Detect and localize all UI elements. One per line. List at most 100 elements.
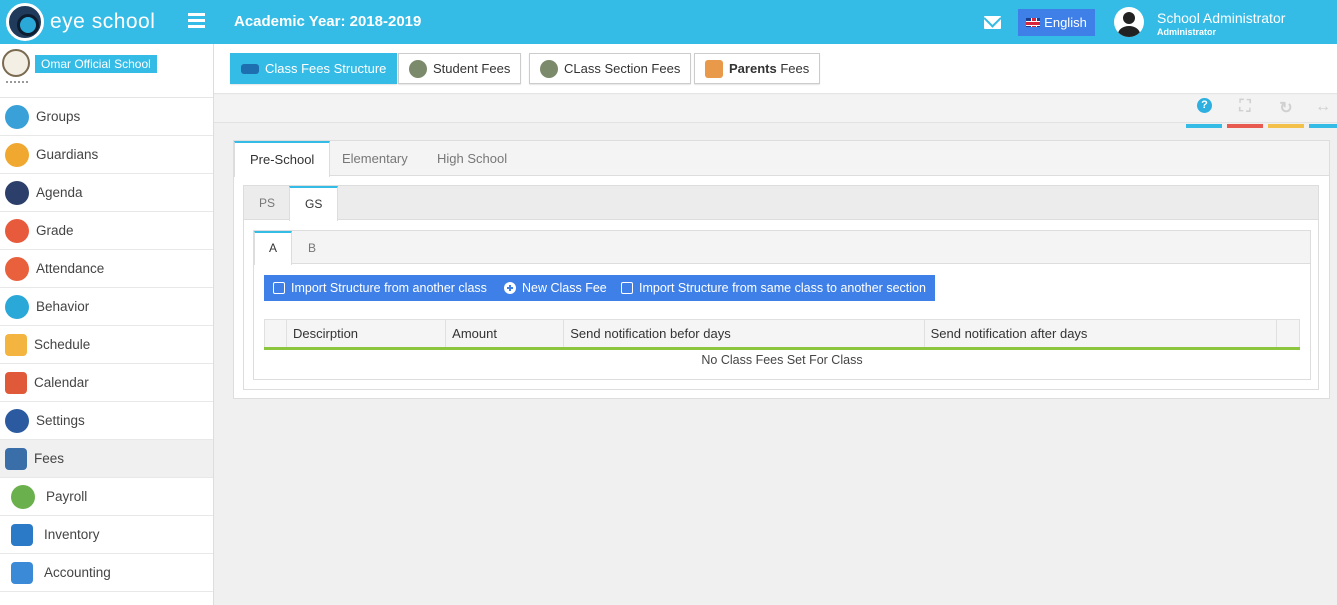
tab-section-b[interactable]: B	[294, 231, 330, 265]
academic-year: Academic Year: 2018-2019	[234, 13, 422, 30]
parents-icon	[705, 59, 723, 78]
sidebar-item-attendance[interactable]: Attendance	[0, 250, 213, 288]
fullscreen-icon: ⛶	[1239, 98, 1251, 115]
tab-elementary[interactable]: Elementary	[327, 141, 423, 177]
student-icon	[409, 59, 427, 78]
sidebar-item-accounting[interactable]: Accounting	[0, 554, 213, 592]
user-name[interactable]: School Administrator	[1157, 10, 1285, 26]
menu-toggle-icon[interactable]	[188, 13, 205, 28]
sidebar-item-settings[interactable]: Settings	[0, 402, 213, 440]
language-button[interactable]: English	[1018, 9, 1095, 36]
class-fees-structure-button[interactable]: Class Fees Structure	[230, 53, 398, 84]
import-same-class-button[interactable]: Import Structure from same class to anot…	[612, 275, 935, 301]
section-tabs: A B	[254, 231, 1310, 265]
refresh-control[interactable]: ↻	[1268, 95, 1304, 128]
brand-name: eye school	[50, 10, 156, 33]
tab-gs[interactable]: GS	[289, 186, 339, 221]
button-label: Fees	[776, 61, 810, 76]
sidebar-item-payroll[interactable]: Payroll	[0, 478, 213, 516]
tab-section-a[interactable]: A	[254, 231, 293, 265]
button-label: Import Structure from another class	[291, 281, 487, 295]
sidebar-item-guardians[interactable]: Guardians	[0, 136, 213, 174]
actions-column-header	[1275, 319, 1301, 350]
table-row: No Class Fees Set For Class	[265, 349, 1300, 371]
sidebar-item-schedule[interactable]: Schedule	[0, 326, 213, 364]
language-label: English	[1044, 15, 1087, 30]
control-bar	[1227, 124, 1263, 128]
grade-icon	[5, 218, 29, 243]
uk-flag-icon	[1026, 18, 1041, 27]
groups-icon	[5, 104, 29, 129]
school-header: Omar Official School	[0, 44, 213, 98]
settings-icon	[5, 408, 29, 433]
column-header-description[interactable]: Descirption	[286, 319, 447, 350]
sidebar-item-groups[interactable]: Groups	[0, 98, 213, 136]
sidebar-item-label: Accounting	[44, 565, 111, 580]
student-fees-button[interactable]: Student Fees	[398, 53, 522, 84]
behavior-icon	[5, 294, 29, 319]
accounting-icon	[11, 561, 33, 584]
schedule-icon	[5, 333, 27, 356]
sidebar-item-label: Groups	[36, 109, 81, 124]
grade-tabs: PS GS	[244, 186, 1318, 221]
copy-icon	[273, 282, 285, 294]
button-label: Class Fees Structure	[265, 61, 387, 76]
sidebar-item-fees[interactable]: Fees	[0, 440, 213, 478]
sidebar-item-behavior[interactable]: Behavior	[0, 288, 213, 326]
copy-icon	[621, 282, 633, 294]
sidebar-item-label: Calendar	[34, 375, 89, 390]
column-header-notify-after[interactable]: Send notification after days	[923, 319, 1277, 350]
plus-circle-icon	[504, 282, 516, 294]
sidebar-item-grade[interactable]: Grade	[0, 212, 213, 250]
sidebar-item-label: Payroll	[46, 489, 88, 504]
new-class-fee-button[interactable]: New Class Fee	[495, 275, 616, 301]
sidebar: Omar Official School Groups Guardians Ag…	[0, 44, 214, 605]
tab-ps[interactable]: PS	[244, 186, 290, 221]
import-from-another-class-button[interactable]: Import Structure from another class	[264, 275, 496, 301]
payroll-icon	[11, 484, 35, 509]
expand-horizontal-icon: ↔	[1315, 98, 1331, 115]
school-logo-icon	[2, 49, 30, 77]
sidebar-item-label: Grade	[36, 223, 74, 238]
column-header-amount[interactable]: Amount	[445, 319, 565, 350]
user-avatar[interactable]	[1114, 7, 1144, 37]
fees-toolbar: Class Fees Structure Student Fees CLass …	[214, 44, 1337, 94]
empty-table-message: No Class Fees Set For Class	[701, 353, 863, 368]
column-header-notify-before[interactable]: Send notification befor days	[563, 319, 925, 350]
eye-school-logo-icon	[6, 3, 44, 41]
sidebar-item-agenda[interactable]: Agenda	[0, 174, 213, 212]
top-bar: eye school Academic Year: 2018-2019 Engl…	[0, 0, 1337, 44]
grade-panel: PS GS A B Import Structure from another …	[243, 185, 1319, 390]
fees-icon	[5, 447, 27, 470]
sidebar-item-label: Agenda	[36, 185, 83, 200]
mail-icon[interactable]	[984, 16, 1001, 29]
user-role: Administrator	[1157, 27, 1217, 37]
class-fees-table: Descirption Amount Send notification bef…	[263, 319, 1301, 371]
sidebar-item-label: Schedule	[34, 337, 91, 352]
school-name[interactable]: Omar Official School	[35, 55, 157, 73]
calendar-icon	[5, 371, 27, 394]
sidebar-item-inventory[interactable]: Inventory	[0, 516, 213, 554]
control-bar	[1309, 124, 1337, 128]
attendance-icon	[5, 256, 29, 281]
refresh-icon: ↻	[1279, 100, 1293, 117]
tab-high-school[interactable]: High School	[422, 141, 522, 177]
button-label-bold: Parents	[729, 61, 777, 76]
tab-pre-school[interactable]: Pre-School	[234, 141, 331, 177]
help-icon: ?	[1197, 98, 1212, 113]
button-label: CLass Section Fees	[564, 61, 681, 76]
control-bar	[1186, 124, 1222, 128]
help-control[interactable]: ?	[1186, 95, 1222, 128]
expand-control[interactable]: ↔	[1309, 95, 1337, 128]
class-fees-structure-icon	[241, 63, 259, 74]
sidebar-item-calendar[interactable]: Calendar	[0, 364, 213, 402]
control-bar	[1268, 124, 1304, 128]
sidebar-item-label: Attendance	[36, 261, 105, 276]
class-section-fees-button[interactable]: CLass Section Fees	[529, 53, 692, 84]
fullscreen-control[interactable]: ⛶	[1227, 95, 1263, 128]
button-label: Import Structure from same class to anot…	[639, 281, 926, 295]
sidebar-item-label: Inventory	[44, 527, 100, 542]
level-tabs: Pre-School Elementary High School	[234, 141, 1329, 177]
main-content: Class Fees Structure Student Fees CLass …	[214, 44, 1337, 605]
parents-fees-button[interactable]: Parents Fees	[694, 53, 821, 84]
